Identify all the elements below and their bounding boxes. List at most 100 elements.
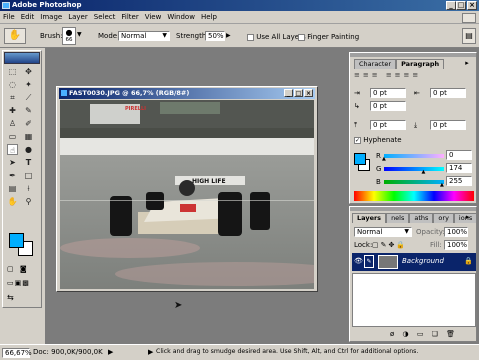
- r-slider[interactable]: ▲: [382, 154, 444, 162]
- smudge-tool-icon[interactable]: ☝: [7, 144, 18, 155]
- finger-painting-checkbox[interactable]: Finger Painting: [298, 32, 359, 42]
- layers-menu-icon[interactable]: ▸: [466, 213, 470, 221]
- strength-slider-arrow-icon[interactable]: ▶: [226, 32, 231, 39]
- jump-to-imageready-icon[interactable]: ⇆: [7, 293, 37, 305]
- layers-tabs: Layers nels aths ory ions: [352, 213, 478, 223]
- status-hint: Click and drag to smudge desired area. U…: [156, 348, 419, 355]
- blend-mode-select[interactable]: Normal ▼: [354, 227, 412, 237]
- menu-help[interactable]: Help: [198, 11, 220, 24]
- layers-list-empty: [352, 273, 476, 327]
- color-spectrum-bar[interactable]: [354, 191, 474, 201]
- layers-footer-buttons[interactable]: ø ◑ ▭ ❏ 🗑: [390, 330, 458, 338]
- menu-select[interactable]: Select: [91, 11, 119, 24]
- dodge-tool-icon[interactable]: ●: [23, 144, 34, 155]
- hyphenate-checkbox[interactable]: ✓ Hyphenate: [354, 135, 402, 145]
- opacity-label: Opacity:: [416, 228, 445, 236]
- options-bar: ✋ Brush: ● 66 ▼ Mode: Normal ▼ Strength: …: [0, 24, 479, 48]
- document-window[interactable]: FAST0030.JPG @ 66,7% (RGB/8#) _ □ × HIGH…: [56, 86, 318, 292]
- g-input[interactable]: 174: [446, 163, 472, 173]
- crop-tool-icon[interactable]: ⌗: [7, 92, 18, 103]
- path-selection-tool-icon[interactable]: ➤: [7, 157, 18, 168]
- document-title-bar[interactable]: FAST0030.JPG @ 66,7% (RGB/8#) _ □ ×: [59, 88, 315, 99]
- space-after-input[interactable]: 0 pt: [430, 120, 466, 130]
- type-tool-icon[interactable]: T: [23, 157, 34, 168]
- status-arrow-icon[interactable]: ▶: [108, 348, 113, 356]
- menu-file[interactable]: File: [0, 11, 18, 24]
- pen-tool-icon[interactable]: ✒: [7, 170, 18, 181]
- fill-input[interactable]: 100%: [444, 240, 468, 250]
- tab-channels[interactable]: nels: [386, 213, 410, 223]
- menu-view[interactable]: View: [142, 11, 165, 24]
- palette-well-icon[interactable]: ▤: [462, 28, 476, 44]
- r-input[interactable]: 0: [446, 150, 472, 160]
- mask-mode-icons[interactable]: ▢ ◙: [7, 265, 37, 275]
- brush-preview[interactable]: ● 66: [62, 27, 76, 45]
- space-before-input[interactable]: 0 pt: [370, 120, 406, 130]
- magic-wand-tool-icon[interactable]: ✦: [23, 79, 34, 90]
- lock-icons[interactable]: ▢✎✥🔒: [372, 241, 407, 249]
- strength-input[interactable]: 50%: [205, 31, 225, 41]
- menu-edit[interactable]: Edit: [18, 11, 38, 24]
- tab-layers[interactable]: Layers: [352, 213, 387, 223]
- doc-maximize-icon[interactable]: □: [294, 89, 303, 97]
- g-slider-thumb[interactable]: ▲: [421, 170, 425, 175]
- tab-paragraph[interactable]: Paragraph: [396, 59, 445, 69]
- eyedropper-tool-icon[interactable]: ⟊: [23, 183, 34, 194]
- layer-row-background[interactable]: 👁 ✎ Background 🔒: [352, 253, 476, 271]
- zoom-level[interactable]: 66,67%: [2, 348, 32, 358]
- foreground-color-swatch[interactable]: [9, 233, 24, 248]
- r-slider-thumb[interactable]: ▲: [382, 157, 386, 162]
- b-input[interactable]: 255: [446, 176, 472, 186]
- doc-close-icon[interactable]: ×: [304, 89, 313, 97]
- panel-menu-icon[interactable]: ▸: [462, 59, 472, 68]
- first-line-indent-input[interactable]: 0 pt: [370, 101, 406, 111]
- b-slider[interactable]: ▲: [384, 180, 444, 188]
- menu-window[interactable]: Window: [164, 11, 198, 24]
- eye-icon[interactable]: 👁: [354, 257, 363, 265]
- adobe-online-icon[interactable]: [4, 52, 40, 64]
- opacity-input[interactable]: 100%: [444, 227, 468, 237]
- brush-link-icon[interactable]: ✎: [364, 255, 374, 268]
- menu-image[interactable]: Image: [37, 11, 65, 24]
- shape-tool-icon[interactable]: □: [23, 170, 34, 181]
- close-icon[interactable]: ×: [467, 1, 477, 10]
- layers-panel-grip[interactable]: [350, 207, 476, 211]
- clone-stamp-tool-icon[interactable]: ♙: [7, 118, 18, 129]
- slice-tool-icon[interactable]: ⟋: [23, 92, 34, 103]
- zoom-tool-icon[interactable]: ⚲: [23, 196, 34, 207]
- tab-paths[interactable]: aths: [409, 213, 434, 223]
- hand-tool-icon[interactable]: ✋: [7, 196, 18, 207]
- smudge-tool-preset-icon[interactable]: ✋: [4, 28, 26, 44]
- move-tool-icon[interactable]: ✥: [23, 66, 34, 77]
- alignment-buttons[interactable]: ≡≡≡ ≡≡≡≡: [354, 71, 474, 81]
- maximize-icon[interactable]: □: [456, 1, 466, 10]
- lasso-tool-icon[interactable]: ◌: [7, 79, 18, 90]
- menu-layer[interactable]: Layer: [65, 11, 91, 24]
- minimize-icon[interactable]: _: [446, 1, 456, 10]
- history-brush-tool-icon[interactable]: ✐: [23, 118, 34, 129]
- document-icon: [61, 90, 67, 96]
- mode-select[interactable]: Normal ▼: [118, 31, 170, 41]
- g-slider[interactable]: ▲: [384, 167, 444, 175]
- healing-brush-tool-icon[interactable]: ✚: [7, 105, 18, 116]
- color-foreground-swatch[interactable]: [354, 153, 366, 165]
- eraser-tool-icon[interactable]: ▭: [7, 131, 18, 142]
- tab-history[interactable]: ory: [433, 213, 454, 223]
- tab-character[interactable]: Character: [354, 59, 397, 69]
- brush-dropdown-icon[interactable]: ▼: [77, 31, 82, 38]
- photo-canvas[interactable]: HIGH LIFE PIRELLI: [60, 100, 314, 289]
- indent-right-input[interactable]: 0 pt: [430, 88, 466, 98]
- indent-left-input[interactable]: 0 pt: [370, 88, 406, 98]
- screen-mode-icons[interactable]: ▭▣▩: [7, 279, 39, 289]
- doc-minimize-icon[interactable]: _: [284, 89, 293, 97]
- b-slider-thumb[interactable]: ▲: [440, 183, 444, 188]
- brush-tool-icon[interactable]: ✎: [23, 105, 34, 116]
- lock-label: Lock:: [354, 241, 373, 249]
- gradient-tool-icon[interactable]: ▦: [23, 131, 34, 142]
- notes-tool-icon[interactable]: ▤: [7, 183, 18, 194]
- restore-doc-icon[interactable]: [462, 13, 476, 23]
- marquee-tool-icon[interactable]: ⬚: [7, 66, 18, 77]
- use-all-layers-checkbox[interactable]: Use All Layers: [247, 32, 306, 42]
- menu-filter[interactable]: Filter: [118, 11, 141, 24]
- panel-grip[interactable]: [350, 53, 476, 57]
